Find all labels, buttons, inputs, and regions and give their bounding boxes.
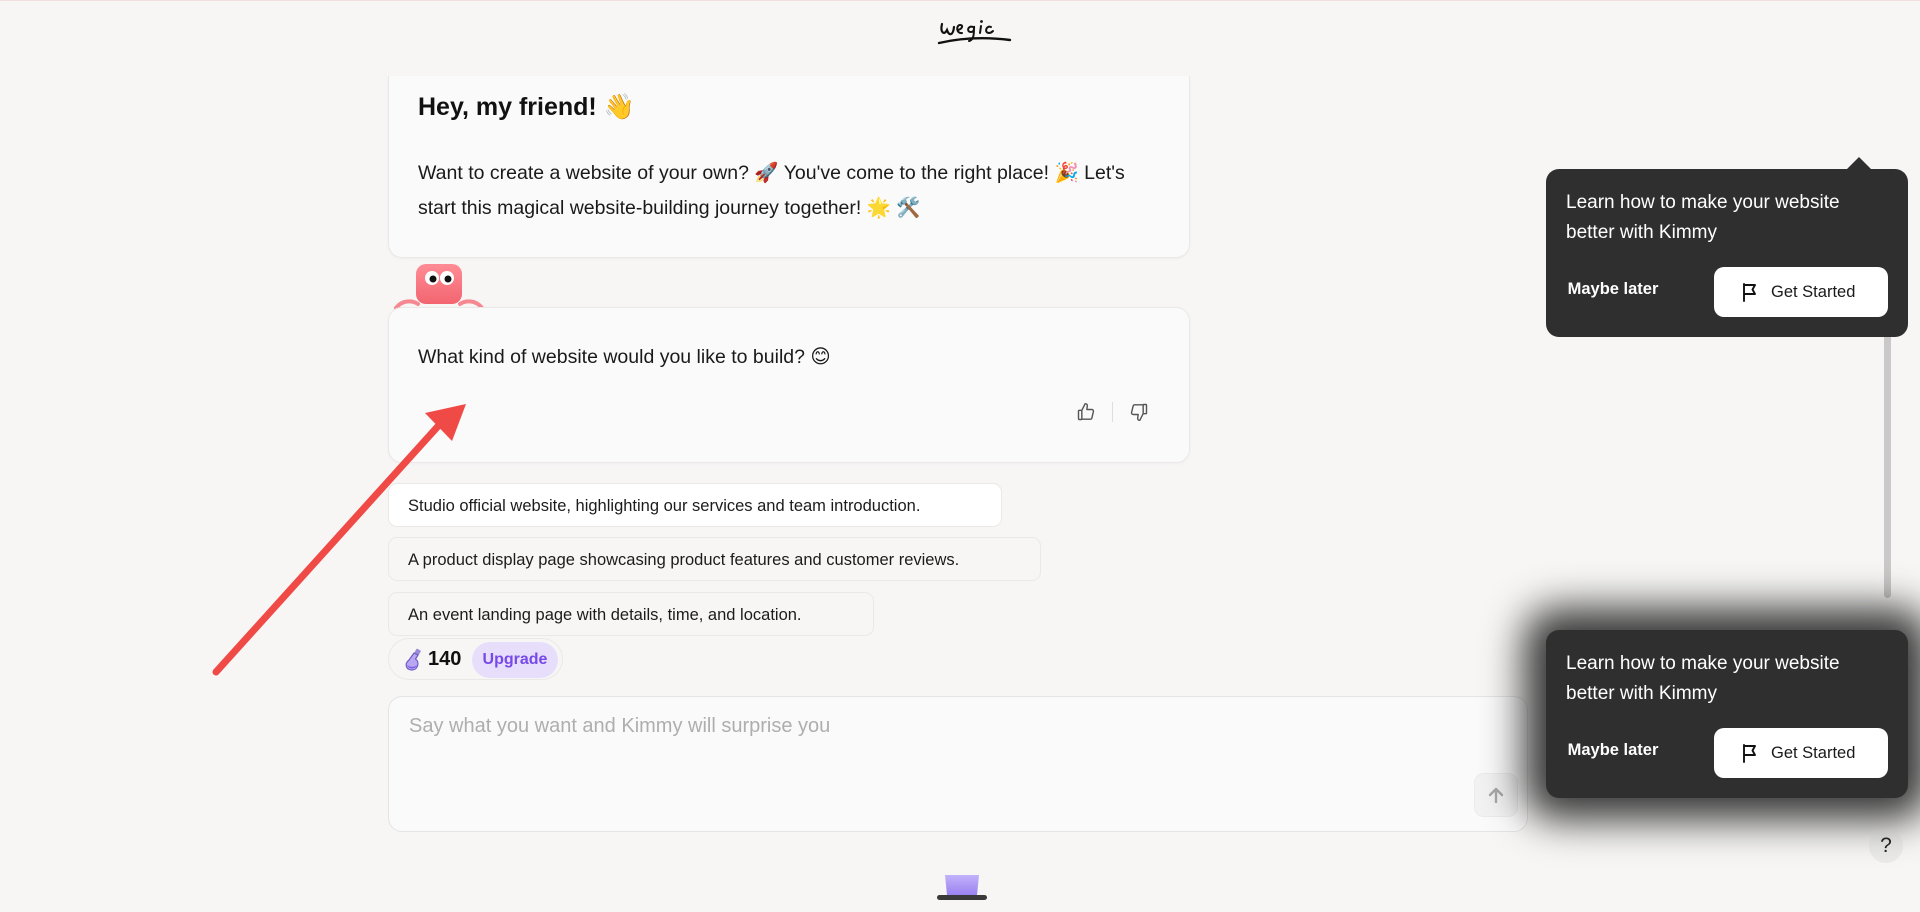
tour-popup-secondary: Learn how to make your website better wi… xyxy=(1546,630,1908,798)
tour-popup-pointer xyxy=(1846,157,1872,170)
question-text: What kind of website would you like to b… xyxy=(418,346,831,368)
greeting-title-text: Hey, my friend! xyxy=(418,93,597,121)
question-card: What kind of website would you like to b… xyxy=(388,307,1190,463)
wegic-logo[interactable] xyxy=(936,10,1014,50)
potion-icon xyxy=(405,648,421,671)
suggestion-product-display[interactable]: A product display page showcasing produc… xyxy=(388,537,1041,581)
suggestion-studio-website[interactable]: Studio official website, highlighting ou… xyxy=(388,483,1002,527)
chat-input-placeholder: Say what you want and Kimmy will surpris… xyxy=(409,715,831,737)
arrow-up-icon xyxy=(1488,787,1504,804)
credits-count: 140 xyxy=(428,648,462,670)
feedback-controls xyxy=(1074,400,1151,424)
scrollbar-thumb[interactable] xyxy=(1884,292,1891,598)
tour-popup-text: Learn how to make your website better wi… xyxy=(1566,192,1840,243)
get-started-button[interactable]: Get Started xyxy=(1714,728,1888,778)
greeting-body-text: Want to create a website of your own? 🚀 … xyxy=(418,162,1125,219)
logo-wordmark-icon xyxy=(937,20,1012,45)
get-started-label: Get Started xyxy=(1771,283,1856,301)
greeting-title: Hey, my friend! 👋 xyxy=(418,93,635,122)
flag-icon xyxy=(1743,283,1756,302)
bottom-mascot xyxy=(935,873,989,903)
greeting-body: Want to create a website of your own? 🚀 … xyxy=(418,156,1158,226)
help-button[interactable]: ? xyxy=(1869,829,1903,863)
top-border xyxy=(0,0,1920,1)
thumbs-up-button[interactable] xyxy=(1074,400,1098,424)
suggestion-event-landing[interactable]: An event landing page with details, time… xyxy=(388,592,874,636)
get-started-label: Get Started xyxy=(1771,744,1856,762)
credits-pill: 140 Upgrade xyxy=(388,638,563,680)
tour-popup-text: Learn how to make your website better wi… xyxy=(1566,653,1840,704)
purple-mascot-icon xyxy=(937,875,987,900)
get-started-button[interactable]: Get Started xyxy=(1714,267,1888,317)
feedback-divider xyxy=(1112,402,1113,422)
greeting-card: Hey, my friend! 👋 Want to create a websi… xyxy=(388,76,1190,258)
send-button[interactable] xyxy=(1474,773,1518,817)
thumbs-up-icon xyxy=(1077,402,1095,421)
tour-popup: Learn how to make your website better wi… xyxy=(1546,157,1908,337)
thumbs-down-icon xyxy=(1130,403,1148,422)
maybe-later-button[interactable]: Maybe later xyxy=(1566,728,1660,772)
thumbs-down-button[interactable] xyxy=(1127,400,1151,424)
maybe-later-button[interactable]: Maybe later xyxy=(1566,267,1660,311)
waving-hand-icon: 👋 xyxy=(603,93,635,121)
flag-icon xyxy=(1743,744,1756,763)
upgrade-button[interactable]: Upgrade xyxy=(472,642,558,678)
chat-input[interactable]: Say what you want and Kimmy will surpris… xyxy=(388,696,1528,832)
